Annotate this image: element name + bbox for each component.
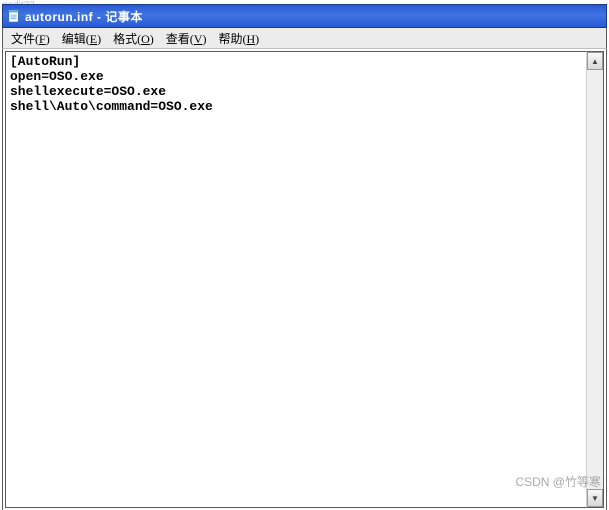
notepad-icon [7, 9, 21, 23]
scroll-track[interactable] [587, 70, 603, 489]
menu-bar: 文件(F) 编辑(E) 格式(O) 查看(V) 帮助(H) [2, 28, 607, 49]
text-editor[interactable]: [AutoRun] open=OSO.exe shellexecute=OSO.… [5, 51, 586, 508]
scroll-up-button[interactable]: ▲ [587, 52, 603, 70]
menu-file[interactable]: 文件(F) [7, 29, 54, 48]
menu-view[interactable]: 查看(V) [162, 29, 211, 48]
title-bar[interactable]: autorun.inf - 记事本 [2, 4, 607, 28]
content-frame: [AutoRun] open=OSO.exe shellexecute=OSO.… [2, 49, 607, 510]
vertical-scrollbar[interactable]: ▲ ▼ [586, 51, 604, 508]
menu-help[interactable]: 帮助(H) [214, 29, 263, 48]
window-title: autorun.inf - 记事本 [25, 8, 143, 25]
scroll-down-button[interactable]: ▼ [587, 489, 603, 507]
notepad-window: autorun.inf - 记事本 文件(F) 编辑(E) 格式(O) 查看(V… [2, 4, 607, 510]
menu-format[interactable]: 格式(O) [109, 29, 158, 48]
menu-edit[interactable]: 编辑(E) [58, 29, 105, 48]
